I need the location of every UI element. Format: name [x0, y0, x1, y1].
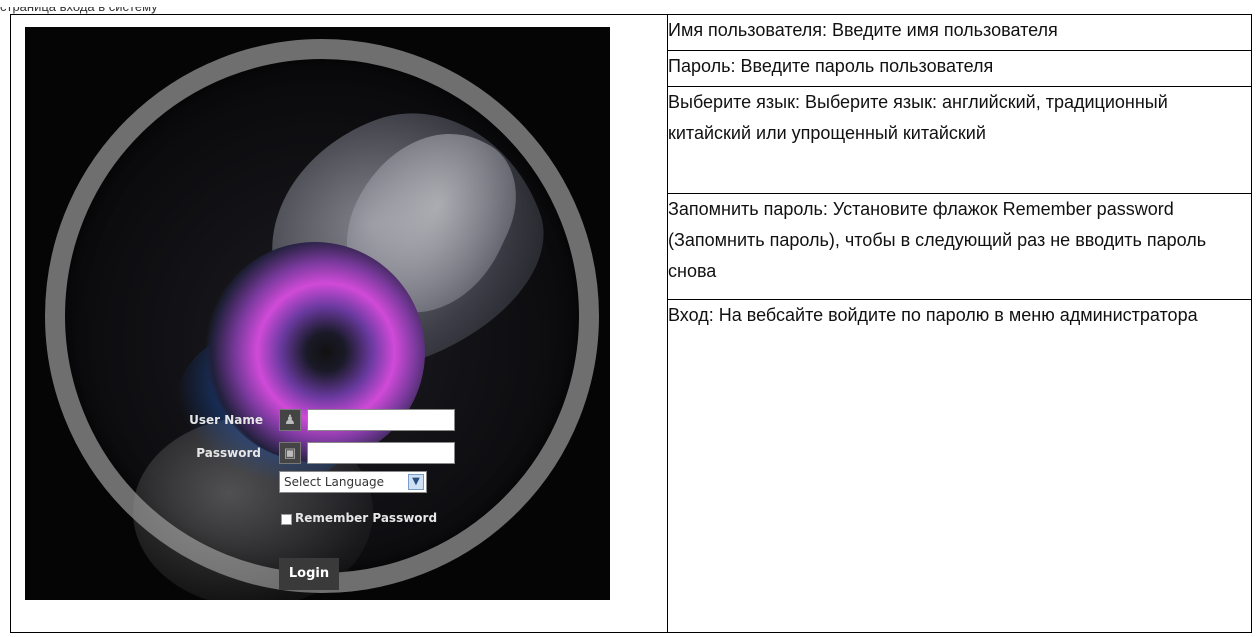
- desc-remember: Запомнить пароль: Установите флажок Reme…: [667, 193, 1252, 300]
- language-select-value: Select Language: [284, 475, 385, 489]
- remember-checkbox[interactable]: [281, 514, 292, 525]
- password-label: Password: [196, 446, 261, 460]
- login-screenshot: User Name ♟ Password ▣ Select Language ▼…: [25, 27, 610, 600]
- user-icon: ♟: [279, 409, 301, 431]
- username-label: User Name: [189, 413, 263, 427]
- description-table: User Name ♟ Password ▣ Select Language ▼…: [10, 14, 1252, 633]
- desc-language: Выберите язык: Выберите язык: английский…: [667, 86, 1252, 194]
- desc-username: Имя пользователя: Введите имя пользовате…: [667, 14, 1252, 51]
- desc-password: Пароль: Введите пароль пользователя: [667, 50, 1252, 87]
- desc-login: Вход: На вебсайте войдите по паролю в ме…: [667, 299, 1252, 633]
- lock-icon: ▣: [279, 442, 301, 464]
- password-input[interactable]: [307, 442, 455, 464]
- username-input[interactable]: [307, 409, 455, 431]
- screenshot-cell: User Name ♟ Password ▣ Select Language ▼…: [10, 14, 668, 633]
- chevron-down-icon[interactable]: ▼: [408, 474, 424, 490]
- login-button[interactable]: Login: [279, 558, 339, 590]
- language-select[interactable]: Select Language ▼: [279, 471, 427, 493]
- remember-label: Remember Password: [295, 511, 438, 525]
